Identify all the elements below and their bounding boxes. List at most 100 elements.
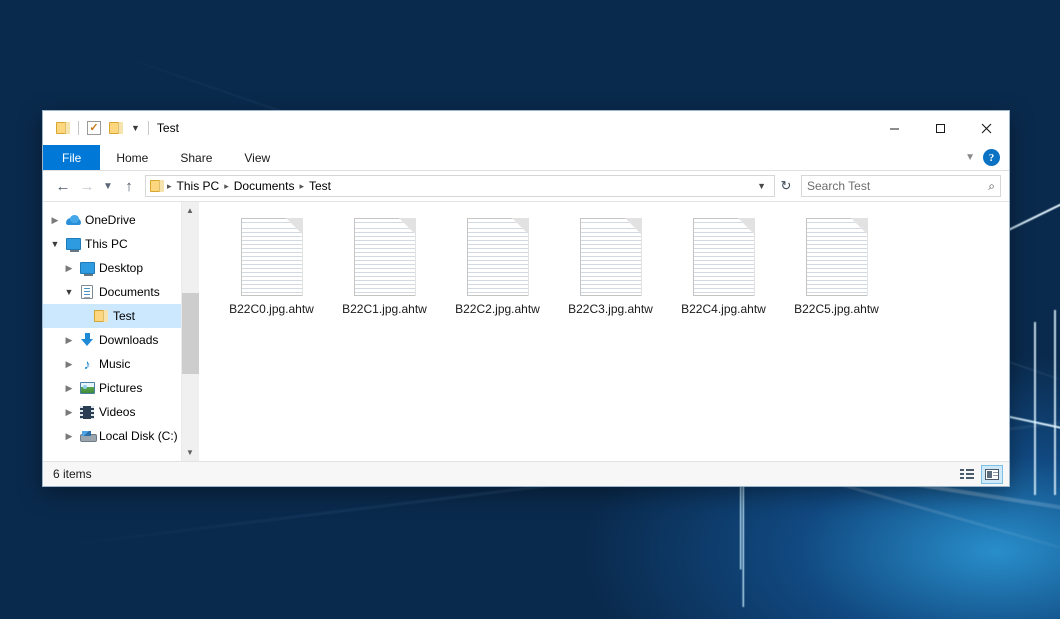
back-button[interactable]: ← <box>51 174 75 198</box>
breadcrumb-test[interactable]: Test <box>305 179 335 193</box>
pictures-icon <box>77 382 97 394</box>
chevron-right-icon[interactable]: ▶ <box>47 216 63 225</box>
sidebar-item-label: Music <box>97 357 130 371</box>
chevron-right-icon[interactable]: ▶ <box>61 384 77 393</box>
file-item[interactable]: B22C4.jpg.ahtw <box>667 216 780 338</box>
sidebar-item-onedrive[interactable]: ▶ OneDrive <box>43 208 181 232</box>
sidebar-item-label: Pictures <box>97 381 142 395</box>
chevron-down-icon[interactable]: ▼ <box>127 123 144 133</box>
chevron-right-icon[interactable]: ▶ <box>61 336 77 345</box>
sidebar-item-music[interactable]: ▶♪Music <box>43 352 181 376</box>
sidebar-item-local-disk-c[interactable]: ▶ Local Disk (C:) <box>43 424 181 448</box>
chevron-down-icon[interactable]: ▼ <box>965 152 975 163</box>
sidebar-item-downloads[interactable]: ▶ Downloads <box>43 328 181 352</box>
file-item[interactable]: B22C0.jpg.ahtw <box>215 216 328 338</box>
search-box[interactable]: ⌕ <box>801 175 1001 197</box>
file-name-label: B22C3.jpg.ahtw <box>568 302 653 316</box>
music-icon: ♪ <box>77 357 97 371</box>
quick-access-toolbar: ✓ ▼ <box>43 117 153 139</box>
chevron-down-icon[interactable]: ▼ <box>751 181 772 191</box>
generic-document-icon <box>241 218 303 296</box>
folder-icon <box>150 180 164 192</box>
file-item[interactable]: B22C2.jpg.ahtw <box>441 216 554 338</box>
toolbar-divider <box>148 121 149 135</box>
generic-document-icon <box>580 218 642 296</box>
generic-document-icon <box>354 218 416 296</box>
sidebar-item-this-pc[interactable]: ▼ This PC <box>43 232 181 256</box>
details-view-button[interactable] <box>956 465 978 484</box>
new-folder-icon[interactable] <box>105 117 127 139</box>
file-name-label: B22C1.jpg.ahtw <box>342 302 427 316</box>
sidebar-item-documents[interactable]: ▼ Documents <box>43 280 181 304</box>
downloads-icon <box>77 333 97 347</box>
windows-logo-bar <box>1054 310 1056 496</box>
scroll-down-arrow-icon[interactable]: ▼ <box>182 444 199 461</box>
file-item[interactable]: B22C5.jpg.ahtw <box>780 216 893 338</box>
folder-icon[interactable] <box>52 117 74 139</box>
search-icon[interactable]: ⌕ <box>988 179 995 194</box>
window-title: Test <box>157 121 179 135</box>
chevron-right-icon[interactable]: ▶ <box>61 408 77 417</box>
file-list-view[interactable]: B22C0.jpg.ahtw B22C1.jpg.ahtw B22C2.jpg.ah… <box>199 202 1009 461</box>
window-controls <box>871 111 1009 145</box>
sidebar-item-label: OneDrive <box>83 213 136 227</box>
forward-button[interactable]: → <box>75 174 99 198</box>
up-button[interactable]: ↑ <box>117 174 141 198</box>
sidebar-item-desktop[interactable]: ▶Desktop <box>43 256 181 280</box>
chevron-right-icon[interactable]: ▶ <box>61 264 77 273</box>
breadcrumb-documents[interactable]: Documents <box>230 179 299 193</box>
disk-icon <box>77 431 97 442</box>
sidebar-item-label: Local Disk (C:) <box>97 429 178 443</box>
minimize-button[interactable] <box>871 111 917 145</box>
chevron-down-icon[interactable]: ▼ <box>61 288 77 297</box>
ribbon-tab-strip: File Home Share View ▼ ? <box>43 145 1009 171</box>
sidebar-item-pictures[interactable]: ▶ Pictures <box>43 376 181 400</box>
desktop-icon <box>77 262 97 274</box>
sidebar-item-label: Test <box>111 309 135 323</box>
address-bar[interactable]: ▸ This PC ▸ Documents ▸ Test ▼ <box>145 175 775 197</box>
sidebar-item-label: This PC <box>83 237 128 251</box>
file-name-label: B22C0.jpg.ahtw <box>229 302 314 316</box>
recent-locations-button[interactable]: ▼ <box>99 174 117 198</box>
chevron-right-icon[interactable]: ▶ <box>61 360 77 369</box>
sidebar-item-videos[interactable]: ▶ Videos <box>43 400 181 424</box>
folder-icon <box>91 310 111 322</box>
close-button[interactable] <box>963 111 1009 145</box>
navigation-scrollbar[interactable]: ▲ ▼ <box>181 202 198 461</box>
file-name-label: B22C5.jpg.ahtw <box>794 302 879 316</box>
sidebar-item-test[interactable]: Test <box>43 304 181 328</box>
windows-logo-bar <box>1034 322 1036 495</box>
title-bar: ✓ ▼ Test <box>43 111 1009 145</box>
refresh-button[interactable]: ↻ <box>775 175 797 197</box>
explorer-body: ▶ OneDrive ▼ This PC ▶Desktop ▼ Documents Test ▶… <box>43 201 1009 461</box>
breadcrumb-this-pc[interactable]: This PC <box>173 179 224 193</box>
videos-icon <box>77 406 97 419</box>
file-name-label: B22C4.jpg.ahtw <box>681 302 766 316</box>
address-toolbar: ← → ▼ ↑ ▸ This PC ▸ Documents ▸ Test ▼ ↻… <box>43 171 1009 201</box>
maximize-button[interactable] <box>917 111 963 145</box>
sidebar-item-label: Videos <box>97 405 135 419</box>
scroll-up-arrow-icon[interactable]: ▲ <box>182 202 199 219</box>
large-icons-view-icon <box>985 469 999 480</box>
item-count-label: 6 items <box>53 467 92 481</box>
scrollbar-track[interactable] <box>182 219 199 444</box>
sidebar-item-label: Downloads <box>97 333 158 347</box>
search-input[interactable] <box>807 179 988 193</box>
tab-home[interactable]: Home <box>100 145 164 170</box>
file-item[interactable]: B22C1.jpg.ahtw <box>328 216 441 338</box>
scrollbar-thumb[interactable] <box>182 293 199 374</box>
view-toggle-group <box>956 465 1003 484</box>
tab-view[interactable]: View <box>228 145 286 170</box>
chevron-right-icon[interactable]: ▶ <box>61 432 77 441</box>
file-item[interactable]: B22C3.jpg.ahtw <box>554 216 667 338</box>
navigation-tree: ▶ OneDrive ▼ This PC ▶Desktop ▼ Documents Test ▶… <box>43 202 181 461</box>
chevron-down-icon[interactable]: ▼ <box>47 240 63 249</box>
sidebar-item-label: Documents <box>97 285 160 299</box>
help-icon[interactable]: ? <box>983 149 1000 166</box>
cloud-icon <box>63 215 83 225</box>
large-icons-view-button[interactable] <box>981 465 1003 484</box>
tab-file[interactable]: File <box>43 145 100 170</box>
properties-icon[interactable]: ✓ <box>83 117 105 139</box>
ribbon-actions: ▼ ? <box>965 145 1009 170</box>
tab-share[interactable]: Share <box>164 145 228 170</box>
